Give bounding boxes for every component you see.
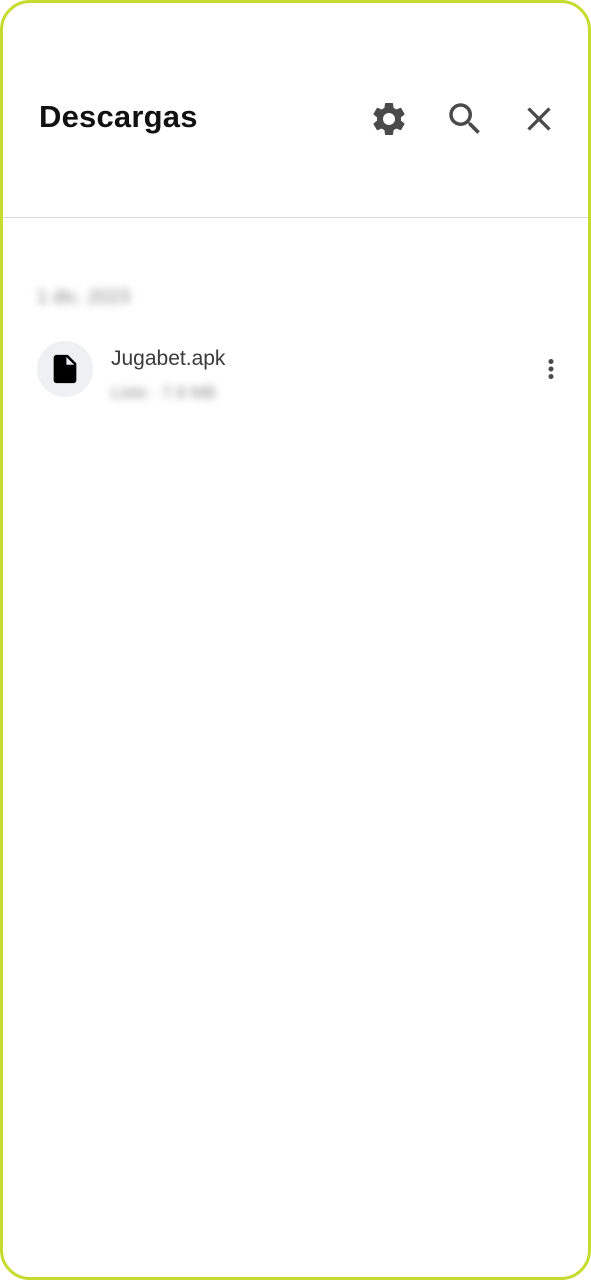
file-name: Jugabet.apk [111,347,226,370]
file-icon [53,354,77,384]
search-button[interactable] [443,97,487,141]
page-title: Descargas [39,99,198,134]
download-date-header: 1 dic. 2023 [37,287,130,308]
screen-frame: Descargas 1 dic. 2023 Jugabet.apk Listo … [0,0,591,1280]
file-meta: Listo · 7.9 MB [111,383,216,402]
close-icon [527,107,551,131]
download-item[interactable]: Jugabet.apk Listo · 7.9 MB [3,335,588,425]
search-icon [449,103,480,134]
app-header: Descargas [3,3,588,218]
gear-icon [373,102,405,135]
close-button[interactable] [517,97,561,141]
file-avatar [37,341,93,397]
more-options-button[interactable] [533,349,569,389]
settings-button[interactable] [367,97,411,141]
more-vert-icon [548,359,554,379]
